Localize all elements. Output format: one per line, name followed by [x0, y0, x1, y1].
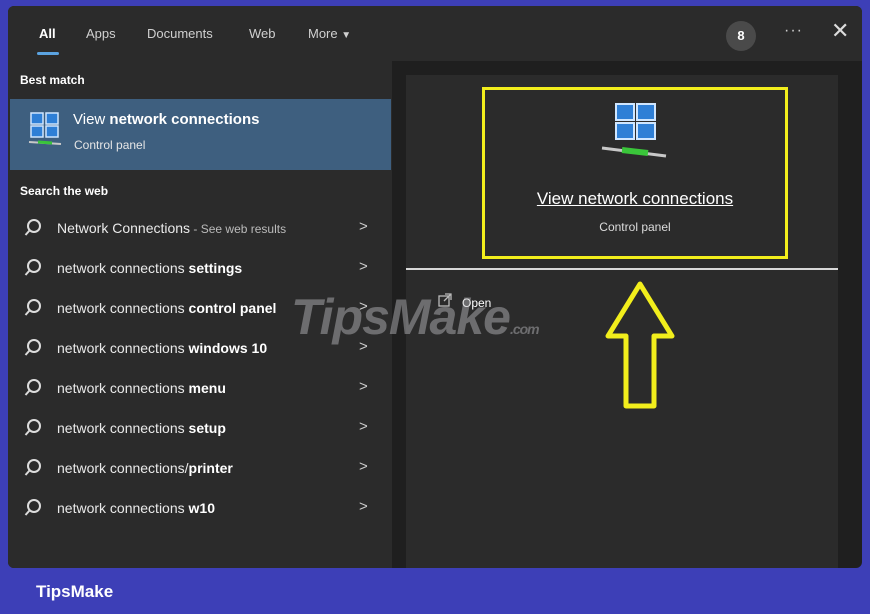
web-result-item[interactable]: network connections/printer >	[8, 450, 392, 490]
web-result-text: network connections menu	[57, 380, 226, 396]
footer-brand: TipsMake	[36, 582, 114, 601]
search-icon	[24, 419, 41, 436]
web-result-bold: control panel	[188, 300, 277, 316]
chevron-right-icon[interactable]: >	[359, 258, 368, 275]
web-result-query: network connections	[57, 300, 189, 316]
web-result-query: network connections	[57, 260, 189, 276]
web-result-item[interactable]: network connections settings >	[8, 250, 392, 290]
tab-apps[interactable]: Apps	[86, 26, 116, 41]
search-icon	[24, 299, 41, 316]
best-match-title: View network connections	[73, 111, 259, 128]
search-tabs-bar: All Apps Documents Web More ▼ 8 ··· ✕	[8, 6, 862, 61]
chevron-right-icon[interactable]: >	[359, 378, 368, 395]
search-window: All Apps Documents Web More ▼ 8 ··· ✕ Be…	[8, 6, 862, 568]
up-arrow-annotation	[605, 281, 675, 409]
web-result-bold: windows 10	[188, 340, 268, 356]
web-result-item[interactable]: network connections menu >	[8, 370, 392, 410]
footer-bar: TipsMake	[0, 568, 870, 614]
search-icon	[24, 499, 41, 516]
tab-all[interactable]: All	[39, 26, 56, 41]
rewards-badge[interactable]: 8	[726, 21, 756, 51]
ellipsis-icon[interactable]: ···	[784, 22, 803, 40]
web-result-bold: w10	[188, 500, 215, 516]
web-result-text: Network Connections - See web results	[57, 220, 286, 236]
close-icon[interactable]: ✕	[831, 18, 849, 44]
web-result-query: network connections	[57, 340, 189, 356]
web-result-text: network connections w10	[57, 500, 215, 516]
web-result-text: network connections control panel	[57, 300, 276, 316]
divider	[406, 268, 838, 270]
tab-web[interactable]: Web	[249, 26, 276, 41]
chevron-right-icon[interactable]: >	[359, 458, 368, 475]
search-icon	[24, 259, 41, 276]
web-result-text: network connections/printer	[57, 460, 233, 476]
web-result-text: network connections setup	[57, 420, 226, 436]
best-match-title-bold: network connections	[109, 111, 260, 128]
network-connections-icon	[28, 112, 62, 145]
web-result-query: network connections	[57, 420, 189, 436]
web-result-item[interactable]: network connections setup >	[8, 410, 392, 450]
watermark: TipsMake.com	[291, 288, 540, 346]
watermark-suffix: .com	[509, 321, 540, 337]
web-result-item[interactable]: network connections w10 >	[8, 490, 392, 530]
web-result-query: network connections/	[57, 460, 189, 476]
search-icon	[24, 339, 41, 356]
web-result-bold: setup	[188, 420, 226, 436]
watermark-main: TipsMake	[291, 289, 511, 345]
search-icon	[24, 379, 41, 396]
web-result-bold: printer	[188, 460, 233, 476]
tab-documents[interactable]: Documents	[147, 26, 213, 41]
preview-subtitle: Control panel	[599, 220, 671, 234]
network-connections-icon[interactable]	[596, 96, 672, 170]
web-result-text: network connections windows 10	[57, 340, 267, 356]
web-result-suffix: - See web results	[190, 222, 287, 236]
web-result-bold: settings	[188, 260, 243, 276]
chevron-right-icon[interactable]: >	[359, 498, 368, 515]
search-icon	[24, 459, 41, 476]
best-match-subtitle: Control panel	[74, 138, 146, 152]
caret-down-icon: ▼	[341, 30, 352, 41]
best-match-item[interactable]	[10, 99, 391, 170]
tab-more-label: More	[308, 26, 338, 41]
best-match-heading: Best match	[20, 73, 85, 87]
search-web-heading: Search the web	[20, 184, 109, 198]
search-icon	[24, 219, 41, 236]
web-result-item[interactable]: Network Connections - See web results >	[8, 210, 392, 250]
web-result-query: Network Connections	[57, 220, 191, 236]
web-result-bold: menu	[188, 380, 226, 396]
chevron-right-icon[interactable]: >	[359, 418, 368, 435]
tab-more[interactable]: More ▼	[308, 26, 351, 41]
web-result-query: network connections	[57, 380, 189, 396]
chevron-right-icon[interactable]: >	[359, 218, 368, 235]
web-result-text: network connections settings	[57, 260, 242, 276]
active-tab-indicator	[37, 52, 59, 55]
best-match-title-prefix: View	[73, 111, 110, 128]
preview-title[interactable]: View network connections	[482, 189, 788, 209]
web-result-query: network connections	[57, 500, 189, 516]
